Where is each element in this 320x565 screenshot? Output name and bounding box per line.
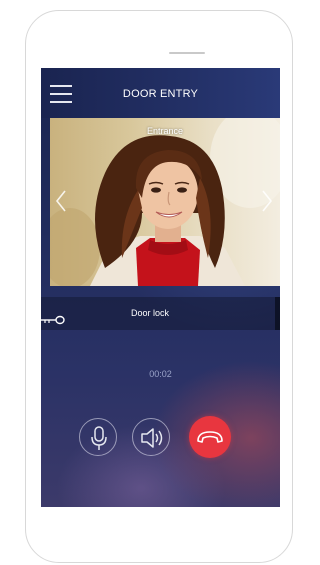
door-lock-button[interactable]: Door lock: [41, 297, 280, 330]
camera-name-label: Entrance: [146, 126, 184, 136]
door-entry-screen: DOOR ENTRY Entrance Door lock 00:02: [41, 68, 280, 507]
speaker-icon: [141, 428, 163, 448]
microphone-icon: [91, 426, 107, 450]
lock-bar-edge: [275, 297, 280, 330]
hang-up-button[interactable]: [189, 416, 231, 458]
call-timer: 00:02: [149, 369, 172, 379]
page-title: DOOR ENTRY: [122, 88, 199, 100]
phone-hangup-icon: [197, 431, 223, 443]
phone-speaker-slot: [169, 52, 205, 54]
door-lock-label: Door lock: [131, 308, 170, 318]
top-bar: DOOR ENTRY: [41, 68, 280, 118]
chevron-right-icon[interactable]: [256, 188, 276, 214]
chevron-left-icon[interactable]: [52, 188, 72, 214]
speaker-button[interactable]: [132, 418, 170, 456]
visitor-photo: [50, 118, 280, 286]
camera-video-feed: Entrance: [50, 118, 280, 286]
key-icon: [41, 312, 67, 325]
microphone-button[interactable]: [79, 418, 117, 456]
